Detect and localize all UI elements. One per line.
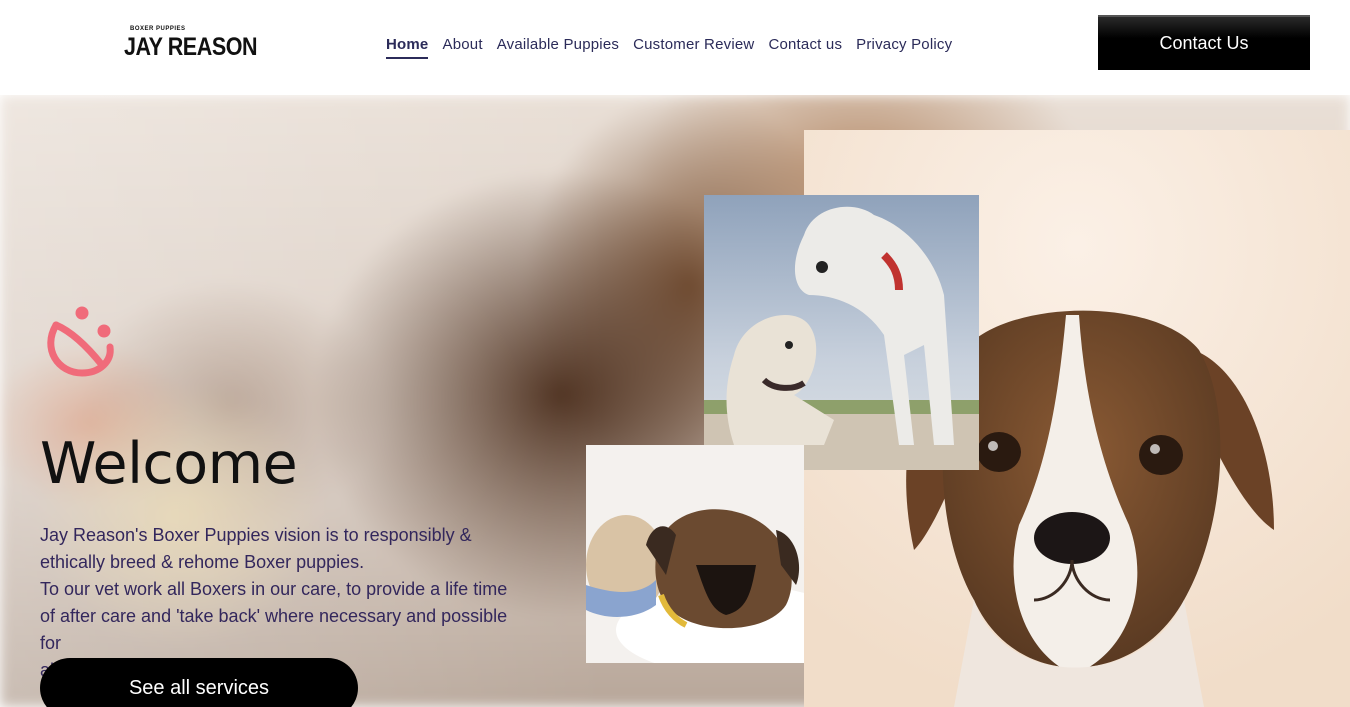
hero-description-line: ethically breed & rehome Boxer puppies.: [40, 552, 365, 572]
nav-about[interactable]: About: [442, 36, 482, 59]
nav-available-puppies[interactable]: Available Puppies: [497, 36, 619, 59]
nav-customer-review[interactable]: Customer Review: [633, 36, 754, 59]
hero-title: Welcome: [40, 431, 298, 497]
logo-wordmark: JAY REASON: [124, 33, 258, 61]
decorative-accent-icon: [47, 306, 114, 377]
hero-section: Welcome Jay Reason's Boxer Puppies visio…: [0, 95, 1350, 707]
see-all-services-button[interactable]: See all services: [40, 658, 358, 707]
nav-contact-us[interactable]: Contact us: [768, 36, 842, 59]
hero-description-line: To our vet work all Boxers in our care, …: [40, 579, 508, 599]
nav-privacy-policy[interactable]: Privacy Policy: [856, 36, 952, 59]
site-logo[interactable]: BOXER PUPPIES JAY REASON: [124, 26, 258, 64]
logo-tagline: BOXER PUPPIES: [130, 26, 186, 32]
two-dogs-photo: [704, 195, 979, 470]
contact-us-button[interactable]: Contact Us: [1098, 15, 1310, 70]
hero-description-line: of after care and 'take back' where nece…: [40, 606, 508, 653]
site-header: BOXER PUPPIES JAY REASON Home About Avai…: [0, 0, 1350, 95]
main-nav: Home About Available Puppies Customer Re…: [386, 36, 952, 59]
nav-home[interactable]: Home: [386, 36, 429, 59]
hero-description-line: Jay Reason's Boxer Puppies vision is to …: [40, 525, 472, 545]
sleeping-puppy-photo: [586, 445, 804, 663]
